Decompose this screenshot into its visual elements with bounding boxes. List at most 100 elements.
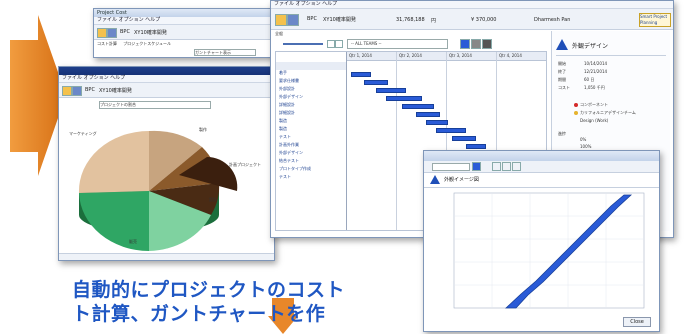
pie-filter[interactable]: プロジェクトの割合 (99, 101, 211, 109)
task-row[interactable]: 詳細設計 (279, 102, 295, 108)
task-row[interactable]: 結合テスト (279, 158, 299, 164)
save-icon[interactable] (287, 14, 299, 26)
detail-key: コスト (558, 85, 570, 90)
gantt-bar[interactable] (364, 80, 388, 85)
pie-label-planning: 計画プロジェクト (229, 162, 261, 167)
gantt-bar[interactable] (351, 72, 371, 77)
task-row[interactable]: 製造 (279, 126, 287, 132)
amount-unit: 円 (431, 18, 437, 24)
task-row[interactable]: プロトタイプ作成 (279, 166, 311, 172)
caption-line-1: 自動的にプロジェクトのコスト (72, 279, 346, 301)
gantt-bar[interactable] (402, 104, 434, 109)
task-row[interactable]: 外部デザイン (279, 150, 303, 156)
export-icon[interactable] (492, 162, 501, 171)
gantt-bar[interactable] (386, 96, 422, 101)
percent-complete: 100% (580, 144, 592, 149)
detail-value: 10/14/2014 (584, 61, 608, 66)
pie-label-sales: 販売 (129, 239, 137, 244)
project-name: XY10確率開発 (99, 88, 132, 94)
back-window: Project Cost ファイル オプション ヘルプ BPC XY10確率開発… (93, 8, 273, 58)
close-button[interactable]: Close (623, 317, 651, 327)
pie-label-marketing: マーケティング (69, 131, 97, 136)
task-icon (556, 39, 568, 50)
gantt-bar[interactable] (452, 136, 476, 141)
print-icon[interactable] (502, 162, 511, 171)
project-manager: Dharmesh Pan (534, 17, 571, 23)
quarter-2: Qtr 2, 2014 (399, 53, 422, 58)
gantt-bar[interactable] (416, 112, 440, 117)
tab-schedule[interactable]: プロジェクトスケジュール (123, 41, 171, 46)
zoom-in-icon[interactable] (335, 40, 343, 48)
scurve-dropdown[interactable] (432, 163, 470, 171)
project-name: XY10確率開発 (323, 17, 356, 23)
gantt-bar[interactable] (426, 120, 448, 125)
report-icon[interactable] (72, 86, 82, 96)
export-icon[interactable] (471, 39, 481, 49)
assignee-1: コンポーネント (580, 102, 608, 107)
scurve-titlebar (424, 151, 659, 161)
pie-window-titlebar (59, 67, 274, 75)
project-amount: 31,768,188 (396, 17, 425, 23)
project-name: XY10確率開発 (134, 30, 167, 36)
task-row[interactable]: テスト (279, 134, 291, 140)
chart-icon[interactable] (107, 28, 117, 38)
task-row[interactable]: 外部設計 (279, 86, 295, 92)
caption-line-2: ト計算、ガントチャートを作 (72, 303, 326, 325)
tab-cost[interactable]: コスト計算 (97, 41, 117, 46)
progress-label: 進捗 (558, 131, 566, 136)
scurve-window: 外観イメージ図 Close (423, 150, 660, 332)
task-row[interactable]: 計画外作業 (279, 142, 299, 148)
project-code: BPC (120, 29, 130, 35)
detail-key: 期間 (558, 77, 566, 82)
task-row[interactable]: テスト (279, 174, 291, 180)
gantt-bar[interactable] (466, 144, 486, 149)
gantt-menu-bar[interactable]: ファイル オプション ヘルプ (271, 1, 673, 9)
brand-logo: Smart Project Planning (639, 13, 671, 27)
scurve-icon (430, 175, 440, 184)
detail-title: 外観デザイン (572, 43, 609, 50)
print-icon[interactable] (482, 39, 492, 49)
s-curve-plot (453, 192, 645, 309)
owner: Design (Work) (580, 118, 609, 123)
pie-status-bar (59, 253, 274, 260)
scurve-title: 外観イメージ図 (444, 177, 479, 183)
project-cost: ¥ 370,000 (471, 17, 497, 23)
open-icon[interactable] (275, 14, 287, 26)
zoom-out-icon[interactable] (327, 40, 335, 48)
status-dot (574, 103, 578, 107)
status-dot (574, 111, 578, 115)
quarter-4: Qtr 4, 2014 (499, 53, 522, 58)
gantt-view-icon[interactable] (460, 39, 470, 49)
detail-key: 終了 (558, 69, 566, 74)
pie-window: ファイル オプション ヘルプ BPC XY10確率開発 プロジェクトの割合 マー… (58, 66, 275, 261)
progress-value: 0% (580, 137, 587, 142)
task-row[interactable]: 外部デザイン (279, 94, 303, 100)
task-row[interactable]: 着手 (279, 70, 287, 76)
project-code: BPC (85, 87, 95, 93)
quarter-3: Qtr 3, 2014 (449, 53, 472, 58)
folder-icon[interactable] (62, 86, 72, 96)
refresh-icon[interactable] (472, 162, 481, 171)
zoom-slider[interactable] (283, 43, 323, 45)
detail-value: 1,050 千円 (584, 85, 605, 90)
back-menu-bar[interactable]: ファイル オプション ヘルプ (94, 17, 272, 25)
task-row[interactable]: 要求仕様書 (279, 78, 299, 84)
project-code: BPC (307, 16, 317, 22)
gantt-bar[interactable] (436, 128, 466, 133)
open-icon[interactable] (97, 28, 107, 38)
task-row[interactable]: 詳細設計 (279, 110, 295, 116)
assignee-2: カリフォルニアデザインチーム (580, 110, 636, 115)
team-filter[interactable]: -- ALL TEAMS -- (347, 39, 448, 49)
gantt-bar[interactable] (376, 88, 406, 93)
back-window-title: Project Cost (94, 9, 272, 17)
pie-label-production: 製作 (199, 127, 207, 132)
view-dropdown[interactable]: ガントチャート表示 (194, 49, 256, 56)
detail-key: 開始 (558, 61, 566, 66)
detail-value: 60 日 (584, 77, 595, 82)
quarter-1: Qtr 1, 2014 (349, 53, 372, 58)
pie-menu-bar[interactable]: ファイル オプション ヘルプ (59, 75, 274, 83)
task-row[interactable]: 製造 (279, 118, 287, 124)
settings-icon[interactable] (512, 162, 521, 171)
pie-label-design: 設計 (209, 197, 217, 202)
tab-general[interactable]: 全般 (275, 31, 283, 37)
